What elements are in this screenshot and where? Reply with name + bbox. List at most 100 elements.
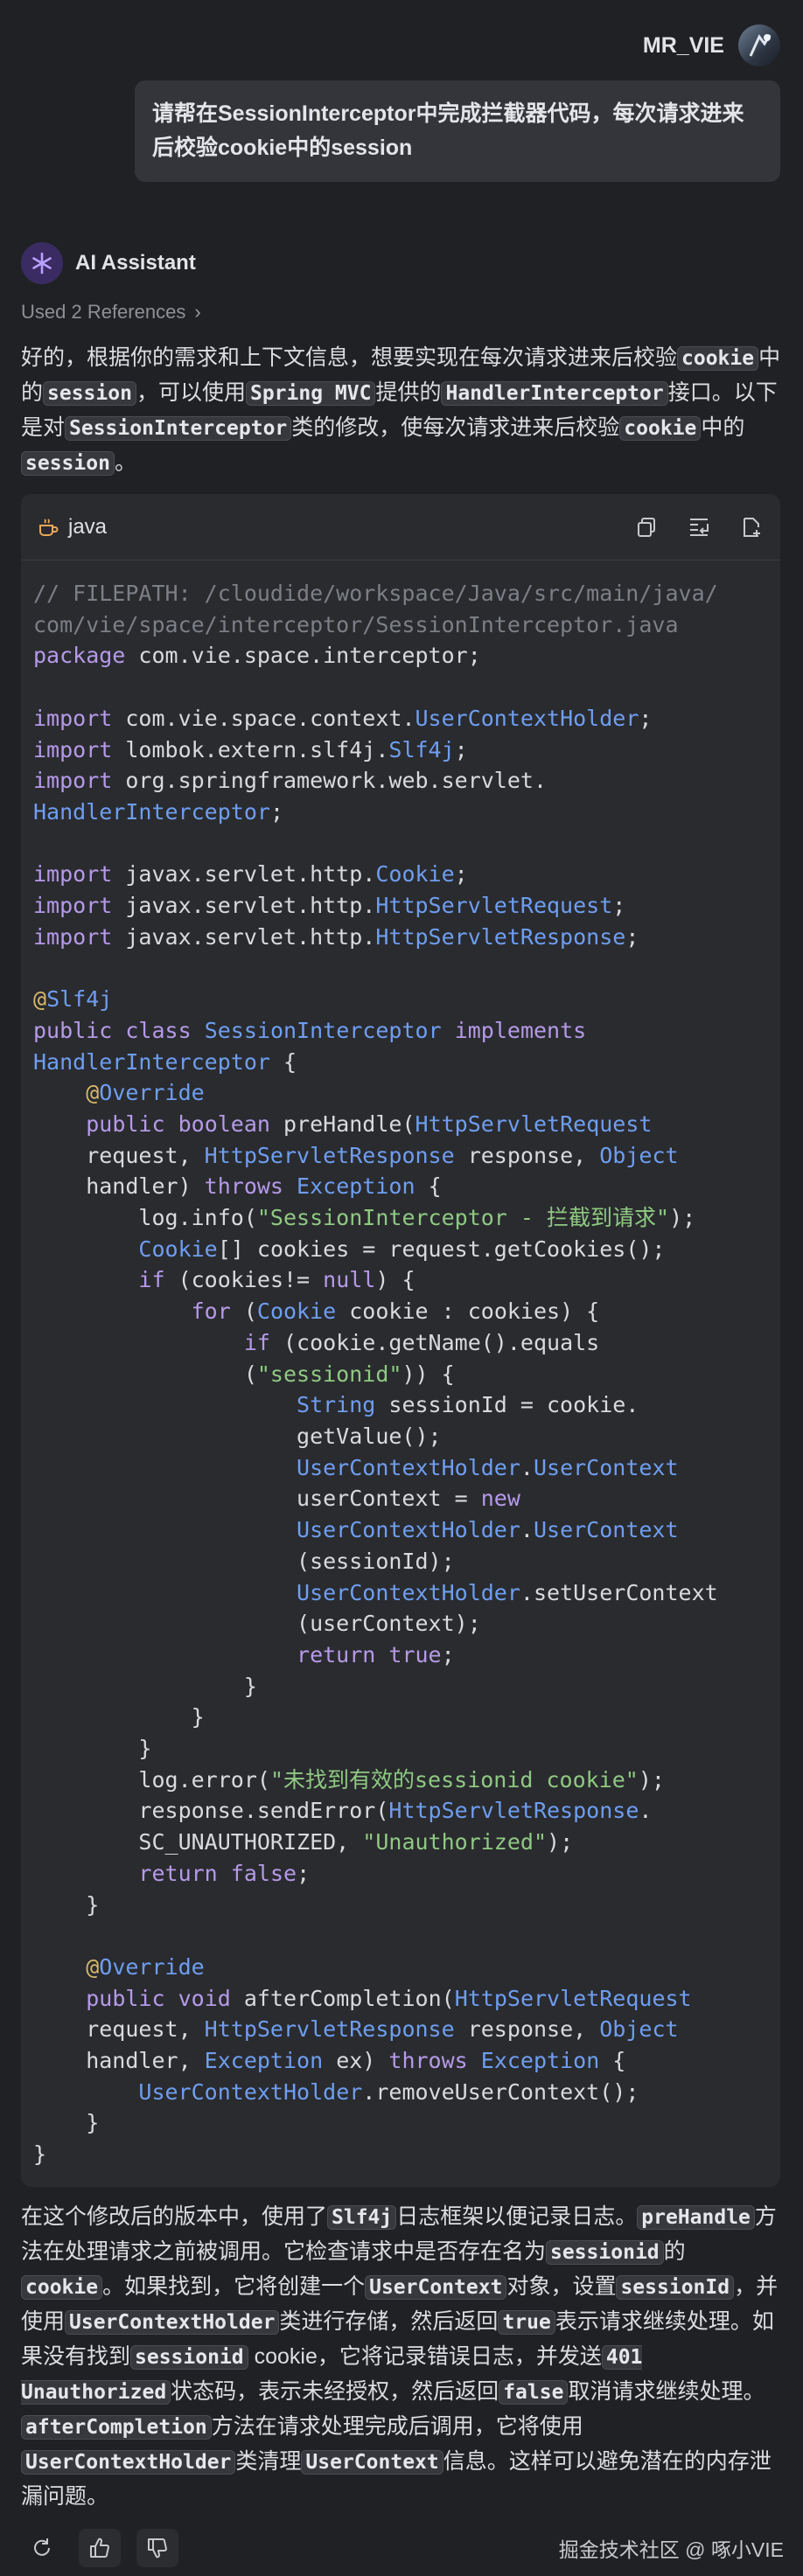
code-line: } — [86, 1891, 100, 1918]
inline-code: UserContext — [301, 2450, 443, 2475]
user-name: MR_VIE — [642, 32, 724, 58]
code-block: java // FILEPATH: /cloudide/workspace/Ja… — [21, 494, 780, 2187]
summary-text: cookie，它将记录错误日志，并发送 — [248, 2344, 602, 2369]
intro-text: 。 — [114, 450, 136, 475]
inline-code: UserContextHolder — [65, 2310, 280, 2335]
code-line: HandlerInterceptor; — [33, 798, 283, 825]
code-line: if (cookie.getName().equals — [243, 1329, 600, 1355]
code-line: package com.vie.space.interceptor; — [33, 643, 481, 669]
summary-text: 类清理 — [235, 2449, 302, 2474]
inline-code: UserContext — [365, 2275, 507, 2300]
user-avatar[interactable] — [738, 24, 780, 66]
code-line: log.error("未找到有效的sessionid cookie"); — [33, 1766, 665, 1793]
code-line: import javax.servlet.http.Cookie; — [33, 861, 468, 888]
summary-text: 对象，设置 — [506, 2274, 617, 2299]
summary-text: 取消请求继续处理。 — [568, 2379, 765, 2404]
inline-code: sessionid — [546, 2240, 664, 2265]
code-line: UserContextHolder.setUserContext — [297, 1579, 718, 1605]
code-line: request, HttpServletResponse response, O… — [33, 2016, 679, 2043]
code-line: } — [86, 2110, 100, 2136]
inline-code: UserContextHolder — [21, 2450, 236, 2475]
code-line: response.sendError(HttpServletResponse. — [33, 1798, 653, 1824]
code-line: (userContext); — [297, 1611, 481, 1637]
code-line: return true; — [297, 1641, 455, 1667]
code-toolbar — [633, 514, 765, 540]
intro-text: 好的，根据你的需求和上下文信息，想要实现在每次请求进来后校验 — [21, 345, 678, 370]
code-language: java — [68, 514, 108, 539]
code-line: if (cookies!= null) { — [138, 1267, 415, 1293]
summary-text: 。如果找到，它将创建一个 — [102, 2274, 366, 2299]
code-block-header: java — [21, 494, 780, 560]
assistant-header: AI Assistant — [21, 242, 196, 284]
summary-text: 日志框架以便记录日志。 — [396, 2204, 638, 2229]
inline-code: cookie — [619, 416, 702, 441]
summary-text: 方法在请求处理完成后调用，它将使用 — [211, 2414, 583, 2439]
inline-code: Slf4j — [327, 2205, 397, 2230]
inline-code: preHandle — [637, 2205, 755, 2230]
user-message: 请帮在SessionInterceptor中完成拦截器代码，每次请求进来后校验c… — [135, 80, 780, 182]
user-header: MR_VIE — [643, 24, 780, 66]
code-line: handler, Exception ex) throws Exception … — [33, 2048, 626, 2074]
inline-code: session — [43, 381, 136, 406]
inline-code: false — [499, 2380, 569, 2405]
intro-paragraph: 好的，根据你的需求和上下文信息，想要实现在每次请求进来后校验 cookie 中的 se… — [21, 341, 784, 481]
code-line: } — [191, 1704, 205, 1730]
watermark: 掘金技术社区 @ 啄小VIE — [558, 2538, 784, 2561]
inline-code: afterCompletion — [21, 2415, 212, 2440]
message-footer: 掘金技术社区 @ 啄小VIE — [21, 2529, 784, 2567]
code-line: ("sessionid")) { — [33, 1361, 455, 1387]
inline-code: sessionId — [616, 2275, 735, 2300]
intro-text: 中的 — [701, 415, 745, 440]
code-content: // FILEPATH: /cloudide/workspace/Java/sr… — [21, 560, 780, 2170]
intro-text: ，可以使用 — [136, 380, 246, 405]
code-line: UserContextHolder.UserContext — [297, 1517, 679, 1543]
inline-code: cookie — [21, 2275, 103, 2300]
code-line: import javax.servlet.http.HttpServletReq… — [33, 893, 626, 919]
code-line: log.info("SessionInterceptor - 拦截到请求"); — [33, 1205, 696, 1231]
assistant-logo-icon — [21, 242, 63, 284]
code-line: getValue(); — [297, 1423, 442, 1449]
summary-text: 的 — [663, 2239, 686, 2264]
insert-icon[interactable] — [686, 514, 712, 540]
inline-code: HandlerInterceptor — [441, 381, 668, 406]
references-label: Used 2 References — [21, 301, 186, 323]
code-line: @Slf4j — [33, 986, 113, 1013]
assistant-name: AI Assistant — [75, 251, 196, 275]
code-line: @Override — [86, 1080, 205, 1106]
code-line: HandlerInterceptor { — [33, 1048, 297, 1075]
summary-text: 在这个修改后的版本中，使用了 — [21, 2204, 328, 2229]
thumbs-down-icon[interactable] — [136, 2529, 178, 2567]
code-line: // FILEPATH: /cloudide/workspace/Java/sr… — [33, 581, 718, 606]
inline-code: SessionInterceptor — [65, 416, 292, 441]
code-line: } — [243, 1673, 257, 1699]
code-line: handler) throws Exception { — [33, 1173, 442, 1200]
code-line: public boolean preHandle(HttpServletRequ… — [86, 1110, 653, 1137]
references-toggle[interactable]: Used 2 References › — [21, 301, 201, 324]
coffee-cup-icon — [37, 516, 59, 539]
code-line: com/vie/space/interceptor/SessionInterce… — [33, 611, 679, 637]
code-line: (sessionId); — [297, 1548, 455, 1574]
code-line: public void afterCompletion(HttpServletR… — [86, 1985, 692, 2011]
new-file-icon[interactable] — [738, 514, 765, 540]
code-line: Cookie[] cookies = request.getCookies(); — [138, 1236, 666, 1262]
code-line: String sessionId = cookie. — [297, 1392, 639, 1418]
code-line: import org.springframework.web.servlet. — [33, 768, 548, 794]
copy-icon[interactable] — [633, 514, 660, 540]
regenerate-icon[interactable] — [21, 2529, 63, 2567]
code-line: for (Cookie cookie : cookies) { — [191, 1298, 600, 1325]
inline-code: Spring MVC — [245, 381, 376, 406]
summary-text: 状态码，表示未经授权，然后返回 — [171, 2379, 499, 2404]
inline-code: sessionid — [130, 2345, 248, 2370]
thumbs-up-icon[interactable] — [79, 2529, 121, 2567]
code-line: import lombok.extern.slf4j.Slf4j; — [33, 736, 468, 762]
inline-code: true — [498, 2310, 555, 2335]
inline-code: cookie — [677, 346, 759, 371]
code-line: public class SessionInterceptor implemen… — [33, 1017, 587, 1043]
summary-paragraph: 在这个修改后的版本中，使用了 Slf4j 日志框架以便记录日志。 preHandle 方… — [21, 2200, 784, 2514]
code-line: import com.vie.space.context.UserContext… — [33, 705, 653, 731]
code-line: userContext = new — [33, 1486, 520, 1512]
chevron-right-icon: › — [194, 301, 201, 323]
code-line: request, HttpServletResponse response, O… — [33, 1142, 679, 1168]
code-line: UserContextHolder.UserContext — [297, 1454, 679, 1480]
inline-code: session — [21, 451, 115, 476]
